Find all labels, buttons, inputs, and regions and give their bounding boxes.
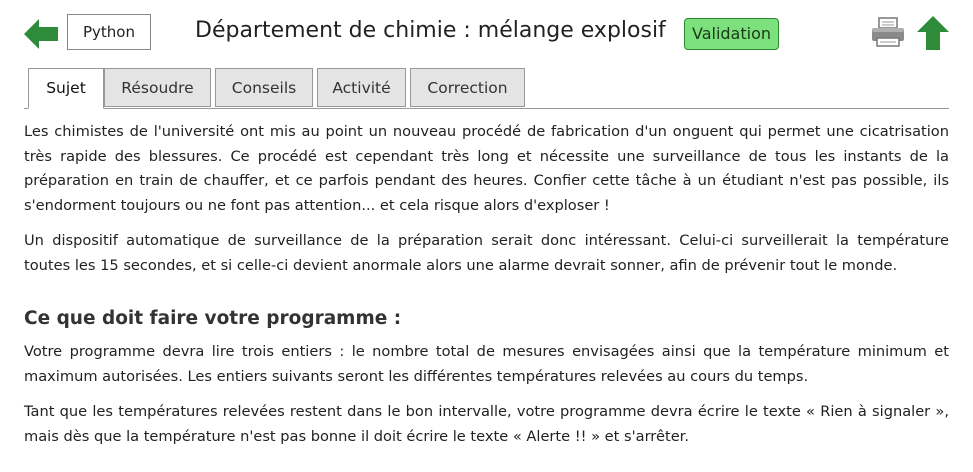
intro-paragraph: Les chimistes de l'université ont mis au… (24, 123, 949, 214)
section-heading: Ce que doit faire votre programme : (24, 308, 402, 329)
tab-activite[interactable]: Activité (317, 68, 406, 107)
up-arrow-icon[interactable] (917, 16, 949, 50)
tab-conseils[interactable]: Conseils (215, 68, 313, 107)
tab-resoudre[interactable]: Résoudre (104, 68, 211, 107)
language-button[interactable]: Python (67, 14, 151, 50)
device-paragraph: Un dispositif automatique de surveillanc… (24, 232, 949, 274)
back-arrow-icon[interactable] (24, 19, 58, 49)
printer-icon[interactable] (871, 16, 905, 48)
page-title: Département de chimie : mélange explosif (195, 18, 666, 43)
subject-content: Les chimistes de l'université ont mis au… (24, 120, 949, 460)
tab-bar: Sujet Résoudre Conseils Activité Correct… (24, 68, 949, 109)
tab-correction[interactable]: Correction (410, 68, 525, 107)
tab-sujet[interactable]: Sujet (28, 68, 104, 109)
input-paragraph: Votre programme devra lire trois entiers… (24, 343, 949, 385)
output-paragraph: Tant que les températures relevées reste… (24, 403, 949, 445)
validation-badge[interactable]: Validation (684, 18, 779, 50)
